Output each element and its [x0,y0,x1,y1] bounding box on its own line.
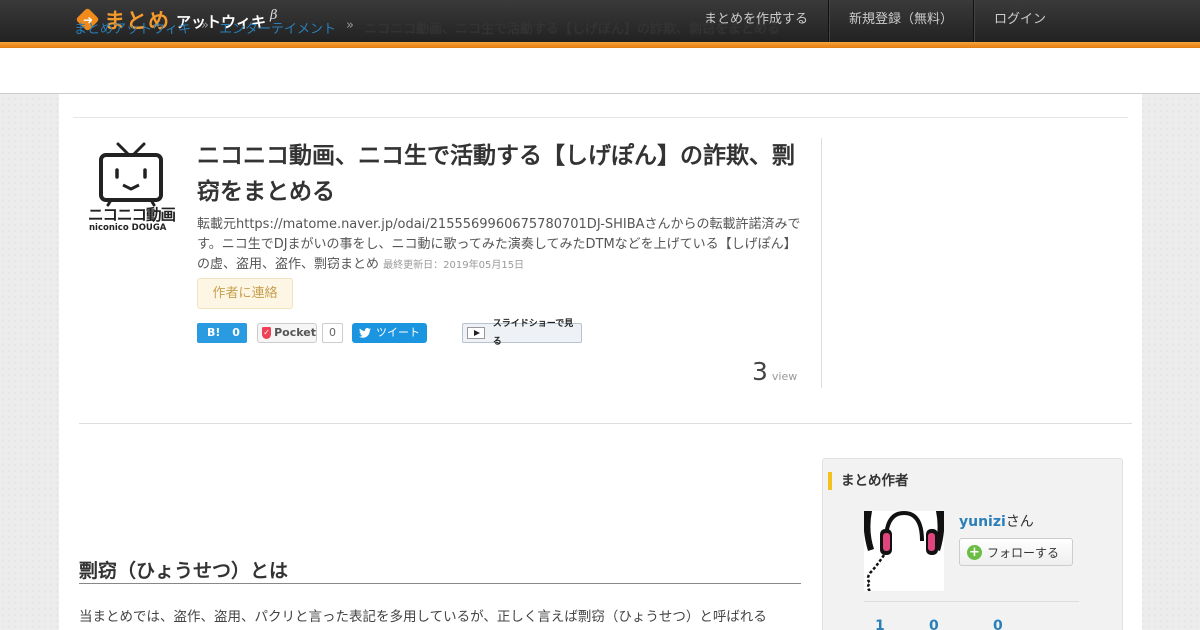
pocket-button[interactable]: ✓ Pocket [257,323,317,343]
divider [79,423,1132,424]
hatena-bookmark-button[interactable]: B! 0 [197,323,247,343]
breadcrumb-separator: » [346,18,354,33]
breadcrumb-bar [0,48,1200,94]
view-count: 3 [752,357,768,386]
hatena-icon: B! [207,326,221,339]
last-updated: 最終更新日：2019年05月15日 [383,260,525,271]
article-description: 転載元https://matome.naver.jp/odai/21555699… [197,215,801,276]
slideshow-label: スライドショーで見る [492,319,574,347]
pocket-icon: ✓ [262,327,272,339]
author-honorific: さん [1005,514,1034,530]
divider [864,601,1079,602]
author-stat[interactable]: 0 [993,618,1003,630]
view-counter: 3 view [752,357,797,386]
breadcrumb-category[interactable]: エンターテイメント [219,18,336,37]
follow-label: フォローする [987,545,1060,560]
pocket-count: 0 [322,323,343,343]
contact-author-button[interactable]: 作者に連絡 [197,278,293,309]
thumbnail-subcaption: niconico DOUGA [89,223,167,233]
section-paragraph: 当まとめでは、盗作、盗用、パクリと言った表記を多用しているが、正しく言えば剽窃（… [79,609,767,625]
signup-link[interactable]: 新規登録（無料） [827,0,973,42]
author-name-line: yuniziさん [959,511,1034,531]
breadcrumb-separator: » [201,18,209,33]
author-stat[interactable]: 1 [875,618,885,630]
slideshow-button[interactable]: スライドショーで見る [462,319,582,347]
pocket-label: Pocket [274,326,316,339]
author-avatar[interactable] [864,511,944,591]
login-link[interactable]: ログイン [972,0,1066,42]
author-name-link[interactable]: yunizi [959,514,1006,530]
section-heading: 剽窃（ひょうせつ）とは [79,556,801,584]
article-title: ニコニコ動画、ニコ生で活動する【しげぽん】の詐欺、剽窃をまとめる [197,143,795,205]
play-icon [467,327,485,339]
plus-icon: + [967,544,982,560]
divider [73,117,1128,118]
breadcrumb: まとめアットウィキ » エンターテイメント » ニコニコ動画、ニコ生で活動する【… [74,18,780,37]
twitter-bird-icon [359,328,371,338]
tweet-button[interactable]: ツイート [352,323,427,343]
thumbnail-caption: ニコニコ動画 [88,206,176,224]
sidebar-heading: まとめ作者 [828,472,909,490]
breadcrumb-home[interactable]: まとめアットウィキ [74,18,191,37]
tweet-label: ツイート [376,326,420,339]
view-label: view [771,370,798,383]
author-stat[interactable]: 0 [929,618,939,630]
follow-button[interactable]: + フォローする [959,538,1073,566]
hatena-count: 0 [232,326,240,339]
vertical-divider [821,138,822,388]
breadcrumb-current: ニコニコ動画、ニコ生で活動する【しげぽん】の詐欺、剽窃をまとめる [363,22,780,37]
headphones-avatar-icon [864,511,944,591]
